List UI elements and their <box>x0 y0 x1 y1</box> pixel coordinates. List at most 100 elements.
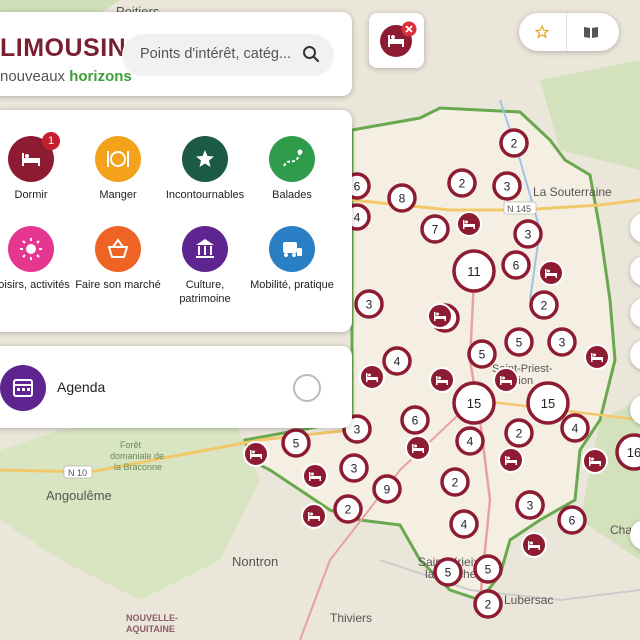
bed-icon[interactable] <box>538 260 564 286</box>
cluster-marker[interactable]: 3 <box>547 327 577 357</box>
bed-icon[interactable] <box>359 364 385 390</box>
cluster-marker[interactable]: 15 <box>452 381 496 425</box>
category-dormir[interactable]: 1 Dormir <box>0 132 76 202</box>
cluster-marker[interactable]: 6 <box>557 505 587 535</box>
header-panel: LIMOUSIN nouveaux horizons Points d'inté… <box>0 12 352 96</box>
cluster-marker[interactable]: 4 <box>449 509 479 539</box>
cluster-marker[interactable]: 5 <box>473 554 503 584</box>
cluster-marker[interactable]: 9 <box>372 474 402 504</box>
category-culture[interactable]: Culture, patrimoine <box>160 226 250 306</box>
cluster-marker[interactable]: 2 <box>447 168 477 198</box>
bed-icon[interactable] <box>302 463 328 489</box>
calendar-icon <box>0 365 46 411</box>
category-incontournables[interactable]: Incontournables <box>160 136 250 202</box>
cluster-count: 4 <box>354 211 361 225</box>
cluster-marker[interactable]: 5 <box>467 339 497 369</box>
cluster-marker[interactable]: 5 <box>504 327 534 357</box>
bed-icon[interactable] <box>582 448 608 474</box>
cluster-marker[interactable]: 8 <box>387 183 417 213</box>
star-icon[interactable] <box>535 25 549 39</box>
search-input[interactable]: Points d'intérêt, catég... <box>122 34 334 76</box>
category-loisirs[interactable]: Loisirs, activités <box>0 226 76 292</box>
bed-icon[interactable] <box>405 435 431 461</box>
star-map-icon <box>182 136 228 182</box>
search-placeholder: Points d'intérêt, catég... <box>140 46 292 62</box>
cluster-marker[interactable]: 2 <box>529 290 559 320</box>
place-label: Forêt <box>120 440 142 450</box>
logo[interactable]: LIMOUSIN <box>0 34 126 63</box>
cluster-marker[interactable]: 6 <box>400 405 430 435</box>
cluster-count: 2 <box>485 598 492 612</box>
cluster-count: 2 <box>541 299 548 313</box>
category-label: Incontournables <box>165 189 245 201</box>
cluster-marker[interactable]: 5 <box>433 557 463 587</box>
cluster-marker[interactable]: 3 <box>354 289 384 319</box>
cluster-marker[interactable]: 7 <box>420 214 450 244</box>
bed-icon[interactable] <box>427 303 453 329</box>
museum-icon <box>182 226 228 272</box>
bed-icon[interactable] <box>498 447 524 473</box>
place-label: Lubersac <box>504 593 553 607</box>
cluster-marker[interactable]: 4 <box>455 426 485 456</box>
category-balades[interactable]: Balades <box>247 136 337 202</box>
cluster-marker[interactable]: 2 <box>440 467 470 497</box>
place-label: Thiviers <box>330 611 372 625</box>
category-label: Faire son marché <box>75 279 161 291</box>
cluster-marker[interactable]: 2 <box>504 418 534 448</box>
cluster-count: 3 <box>559 336 566 350</box>
cluster-count: 4 <box>394 355 401 369</box>
category-mobilite[interactable]: Mobilité, pratique <box>247 226 337 292</box>
cluster-marker[interactable]: 3 <box>515 490 545 520</box>
close-icon[interactable] <box>401 21 417 37</box>
cluster-count: 3 <box>504 180 511 194</box>
cluster-marker[interactable]: 6 <box>501 250 531 280</box>
cluster-count: 5 <box>445 566 452 580</box>
cluster-marker[interactable]: 5 <box>281 428 311 458</box>
road-label: N 10 <box>68 468 87 478</box>
bed-icon[interactable] <box>493 367 519 393</box>
bed-icon[interactable] <box>521 532 547 558</box>
cluster-count: 4 <box>467 435 474 449</box>
cluster-marker[interactable]: 3 <box>513 219 543 249</box>
cluster-count: 2 <box>516 427 523 441</box>
book-icon[interactable] <box>583 25 599 39</box>
sun-icon <box>8 226 54 272</box>
place-label: Angoulême <box>46 488 112 503</box>
bed-icon[interactable] <box>584 344 610 370</box>
cluster-count: 3 <box>351 462 358 476</box>
cluster-marker[interactable]: 2 <box>473 589 503 619</box>
cluster-marker[interactable]: 2 <box>499 128 529 158</box>
category-panel: 1 Dormir Manger Incontournables Balades … <box>0 110 352 332</box>
cluster-count: 4 <box>461 518 468 532</box>
category-manger[interactable]: Manger <box>73 136 163 202</box>
cluster-count: 2 <box>345 503 352 517</box>
cluster-count: 11 <box>467 264 481 279</box>
cluster-marker[interactable]: 11 <box>452 249 496 293</box>
agenda-panel[interactable]: Agenda <box>0 346 352 428</box>
cluster-marker[interactable]: 15 <box>526 381 570 425</box>
cluster-count: 2 <box>452 476 459 490</box>
place-label: la Braconne <box>114 462 162 472</box>
cluster-count: 5 <box>485 563 492 577</box>
cluster-count: 3 <box>354 423 361 437</box>
bed-icon[interactable] <box>243 441 269 467</box>
cluster-marker[interactable]: 4 <box>560 413 590 443</box>
bed-icon[interactable] <box>429 367 455 393</box>
cluster-count: 16 <box>627 445 640 460</box>
cluster-marker[interactable]: 16 <box>615 433 640 471</box>
plate-cutlery-icon <box>95 136 141 182</box>
cluster-count: 15 <box>541 396 555 411</box>
bed-icon[interactable] <box>456 211 482 237</box>
search-icon[interactable] <box>302 45 320 63</box>
cluster-marker[interactable]: 2 <box>333 494 363 524</box>
category-label: Culture, patrimoine <box>179 279 231 305</box>
cluster-marker[interactable]: 3 <box>339 453 369 483</box>
cluster-marker[interactable]: 3 <box>492 171 522 201</box>
agenda-toggle[interactable] <box>293 374 321 402</box>
category-marche[interactable]: Faire son marché <box>73 226 163 292</box>
walking-route-icon <box>269 136 315 182</box>
cluster-count: 5 <box>293 437 300 451</box>
active-filter-chip[interactable] <box>369 13 424 68</box>
cluster-marker[interactable]: 4 <box>382 346 412 376</box>
bed-icon[interactable] <box>301 503 327 529</box>
